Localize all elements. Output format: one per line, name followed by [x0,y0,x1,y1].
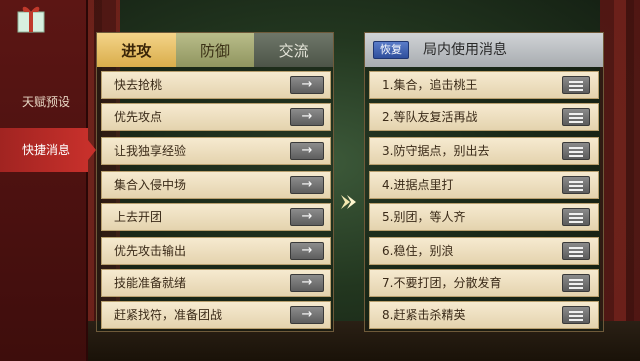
tab-attack[interactable]: 进攻 [97,33,176,67]
in-game-message-label: 6.稳住，别浪 [382,244,454,258]
in-game-message-row[interactable]: 5.别团，等人齐 [369,203,599,231]
menu-icon[interactable] [562,208,590,226]
library-message-row[interactable]: 上去开团 → [101,203,331,231]
menu-icon[interactable] [562,142,590,160]
panel-title: 局内使用消息 [423,42,507,58]
menu-icon[interactable] [562,108,590,126]
menu-icon[interactable] [562,306,590,324]
menu-icon[interactable] [562,242,590,260]
add-message-button[interactable]: → [290,76,324,94]
in-game-message-row[interactable]: 7.不要打团，分散发育 [369,269,599,297]
in-game-message-row[interactable]: 6.稳住，别浪 [369,237,599,265]
library-message-row[interactable]: 优先攻击输出 → [101,237,331,265]
tab-chat[interactable]: 交流 [254,33,334,67]
library-message-label: 优先攻击输出 [114,244,187,258]
in-game-message-label: 2.等队友复活再战 [382,110,478,124]
in-game-message-label: 4.进据点里打 [382,178,454,192]
side-navigation: 天赋预设 快捷消息 [0,0,96,361]
in-game-message-row[interactable]: 4.进据点里打 [369,171,599,199]
add-message-button[interactable]: → [290,242,324,260]
library-message-label: 快去抢桃 [114,78,163,92]
add-message-button[interactable]: → [290,142,324,160]
in-game-message-row[interactable]: 8.赶紧击杀精英 [369,301,599,329]
chevron-right-icon [341,195,356,209]
tab-defense[interactable]: 防御 [175,33,255,67]
library-message-row[interactable]: 技能准备就绪 → [101,269,331,297]
library-message-label: 集合入侵中场 [114,178,187,192]
menu-icon[interactable] [562,274,590,292]
library-message-row[interactable]: 优先攻点 → [101,103,331,131]
category-tabs: 进攻 防御 交流 [97,33,334,67]
nav-talent-preset[interactable]: 天赋预设 [0,80,88,124]
in-game-message-label: 5.别团，等人齐 [382,210,466,224]
library-message-row[interactable]: 让我独享经验 → [101,137,331,165]
library-message-row[interactable]: 集合入侵中场 → [101,171,331,199]
nav-quick-messages[interactable]: 快捷消息 [0,128,96,172]
in-game-messages-header: 恢复 局内使用消息 [365,33,603,67]
library-message-label: 优先攻点 [114,110,163,124]
in-game-message-label: 1.集合，追击桃王 [382,78,478,92]
library-message-label: 上去开团 [114,210,163,224]
library-message-label: 技能准备就绪 [114,276,187,290]
in-game-message-label: 7.不要打团，分散发育 [382,276,502,290]
add-message-button[interactable]: → [290,108,324,126]
in-game-message-label: 3.防守据点，别出去 [382,144,490,158]
menu-icon[interactable] [562,176,590,194]
library-message-row[interactable]: 快去抢桃 → [101,71,331,99]
in-game-message-label: 8.赶紧击杀精英 [382,308,466,322]
in-game-message-row[interactable]: 3.防守据点，别出去 [369,137,599,165]
add-message-button[interactable]: → [290,208,324,226]
in-game-message-row[interactable]: 1.集合，追击桃王 [369,71,599,99]
menu-icon[interactable] [562,76,590,94]
library-message-label: 赶紧找符，准备团战 [114,308,223,322]
add-message-button[interactable]: → [290,176,324,194]
add-message-button[interactable]: → [290,274,324,292]
library-message-row[interactable]: 赶紧找符，准备团战 → [101,301,331,329]
in-game-message-row[interactable]: 2.等队友复活再战 [369,103,599,131]
gift-icon[interactable] [14,4,48,34]
reset-button[interactable]: 恢复 [373,41,409,59]
quick-message-library-panel: 进攻 防御 交流 快去抢桃 → 优先攻点 → 让我独享经验 → 集合入侵中场 →… [96,32,334,332]
decorative-curtain-right [600,0,640,361]
add-message-button[interactable]: → [290,306,324,324]
library-message-label: 让我独享经验 [114,144,187,158]
in-game-messages-panel: 恢复 局内使用消息 1.集合，追击桃王 2.等队友复活再战 3.防守据点，别出去… [364,32,604,332]
